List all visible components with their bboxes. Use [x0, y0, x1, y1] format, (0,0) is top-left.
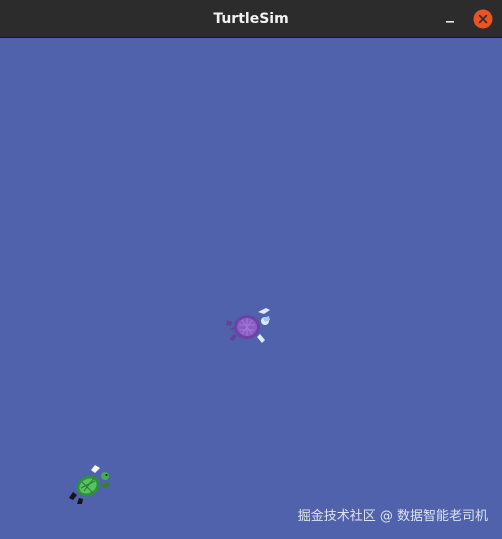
- close-button[interactable]: [473, 9, 493, 29]
- minimize-icon: [446, 21, 454, 23]
- minimize-button[interactable]: [440, 9, 460, 29]
- window-title: TurtleSim: [213, 11, 289, 27]
- turtlesim-window: TurtleSim 掘金技术社区 @ 数据智能老司机: [0, 0, 502, 539]
- close-icon: [473, 9, 493, 29]
- watermark-text: 掘金技术社区 @ 数据智能老司机: [297, 509, 488, 524]
- turtle-1: [224, 304, 274, 350]
- turtle-icon: [69, 465, 111, 504]
- turtle-2: [67, 464, 115, 508]
- turtle-canvas[interactable]: 掘金技术社区 @ 数据智能老司机: [0, 38, 502, 539]
- turtle-icon: [226, 308, 270, 343]
- window-titlebar[interactable]: TurtleSim: [0, 0, 502, 38]
